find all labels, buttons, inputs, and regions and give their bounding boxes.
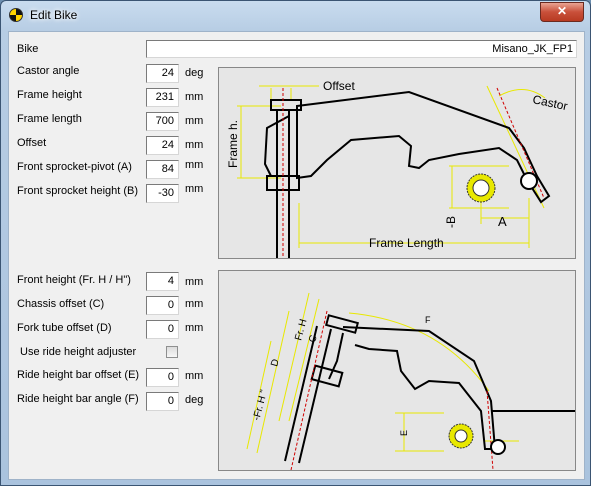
front-height-unit: mm xyxy=(185,276,204,288)
frame-length-diagram-label: Frame Length xyxy=(369,236,444,250)
front-sprocket-pivot-label: Front sprocket-pivot (A) xyxy=(17,161,132,173)
front-height-label: Front height (Fr. H / H") xyxy=(17,274,131,286)
frame-outline xyxy=(296,90,551,204)
bike-name-field[interactable]: Misano_JK_FP1 xyxy=(146,40,577,58)
f-dim-arc xyxy=(348,312,490,392)
bottom-clamp-bottom xyxy=(310,364,344,388)
c-diagram-label: C xyxy=(307,334,319,344)
frame-geometry-drawing: Offset Castor Frame h. Frame Length -B A xyxy=(226,79,569,258)
ride-height-bar-offset-label: Ride height bar offset (E) xyxy=(17,369,140,381)
chassis-offset-field[interactable]: 0 xyxy=(146,296,179,315)
a-diagram-label: A xyxy=(498,214,507,229)
frame-height-unit: mm xyxy=(185,91,204,103)
pivot-icon xyxy=(520,172,538,190)
bike-label: Bike xyxy=(17,43,39,55)
fr-h2-diagram-label: -Fr. H " xyxy=(251,388,270,422)
fork-right-bottom xyxy=(298,328,332,464)
front-height-diagram: Fr. H C D -Fr. H " F E xyxy=(218,270,576,471)
frame-length-field[interactable]: 700 xyxy=(146,112,179,131)
front-sprocket-height-label: Front sprocket height (B) xyxy=(17,185,139,197)
frame-height-label: Frame height xyxy=(17,89,82,101)
d-diagram-label: D xyxy=(269,358,281,368)
fork-tube-offset-field[interactable]: 0 xyxy=(146,320,179,339)
offset-field[interactable]: 24 xyxy=(146,136,179,155)
b-diagram-label: -B xyxy=(444,216,458,228)
pivot-bottom-icon xyxy=(490,439,506,455)
offset-unit: mm xyxy=(185,139,204,151)
chassis-offset-unit: mm xyxy=(185,298,204,310)
front-sprocket-pivot-unit: mm xyxy=(185,159,204,171)
title-bar[interactable]: Edit Bike ✕ xyxy=(1,1,590,31)
ride-height-adjuster-label: Use ride height adjuster xyxy=(20,346,137,358)
ride-height-bar-angle-unit: deg xyxy=(185,394,204,406)
ride-height-adjuster-checkbox[interactable] xyxy=(166,346,178,358)
frame-geometry-diagram: Offset Castor Frame h. Frame Length -B A xyxy=(218,67,576,259)
frame-length-unit: mm xyxy=(185,115,204,127)
f-diagram-label: F xyxy=(425,315,431,325)
frame-h-diagram-label: Frame h. xyxy=(226,120,240,168)
chassis-offset-label: Chassis offset (C) xyxy=(17,298,105,310)
castor-angle-field[interactable]: 24 xyxy=(146,64,179,83)
castor-diagram-label: Castor xyxy=(531,92,568,113)
castor-angle-label: Castor angle xyxy=(17,65,80,77)
front-height-field[interactable]: 4 xyxy=(146,272,179,291)
frame-length-label: Frame length xyxy=(17,113,82,125)
edit-bike-window: Edit Bike ✕ Bike Misano_JK_FP1 Castor an… xyxy=(0,0,591,486)
close-button[interactable]: ✕ xyxy=(540,2,584,22)
fork-left-bottom xyxy=(284,325,318,462)
app-logo-icon xyxy=(9,8,23,22)
ride-height-bar-angle-field[interactable]: 0 xyxy=(146,392,179,411)
offset-label: Offset xyxy=(17,137,47,149)
castor-angle-unit: deg xyxy=(185,67,204,79)
fork-tube-offset-unit: mm xyxy=(185,322,204,334)
ride-height-bar-angle-label: Ride height bar angle (F) xyxy=(17,393,139,405)
front-sprocket-height-field[interactable]: -30 xyxy=(146,184,179,203)
e-diagram-label: E xyxy=(399,430,409,436)
fork-tube-offset-label: Fork tube offset (D) xyxy=(17,322,112,334)
front-height-drawing: Fr. H C D -Fr. H " F E xyxy=(246,292,575,471)
ride-height-bar-offset-unit: mm xyxy=(185,370,204,382)
ride-height-bar-offset-field[interactable]: 0 xyxy=(146,368,179,387)
front-sprocket-pivot-field[interactable]: 84 xyxy=(146,160,179,179)
frame-height-field[interactable]: 231 xyxy=(146,88,179,107)
front-sprocket-height-unit: mm xyxy=(185,183,204,195)
window-title: Edit Bike xyxy=(30,8,78,22)
dialog-body: Bike Misano_JK_FP1 Castor angle 24 deg F… xyxy=(8,31,585,480)
offset-diagram-label: Offset xyxy=(323,79,355,93)
